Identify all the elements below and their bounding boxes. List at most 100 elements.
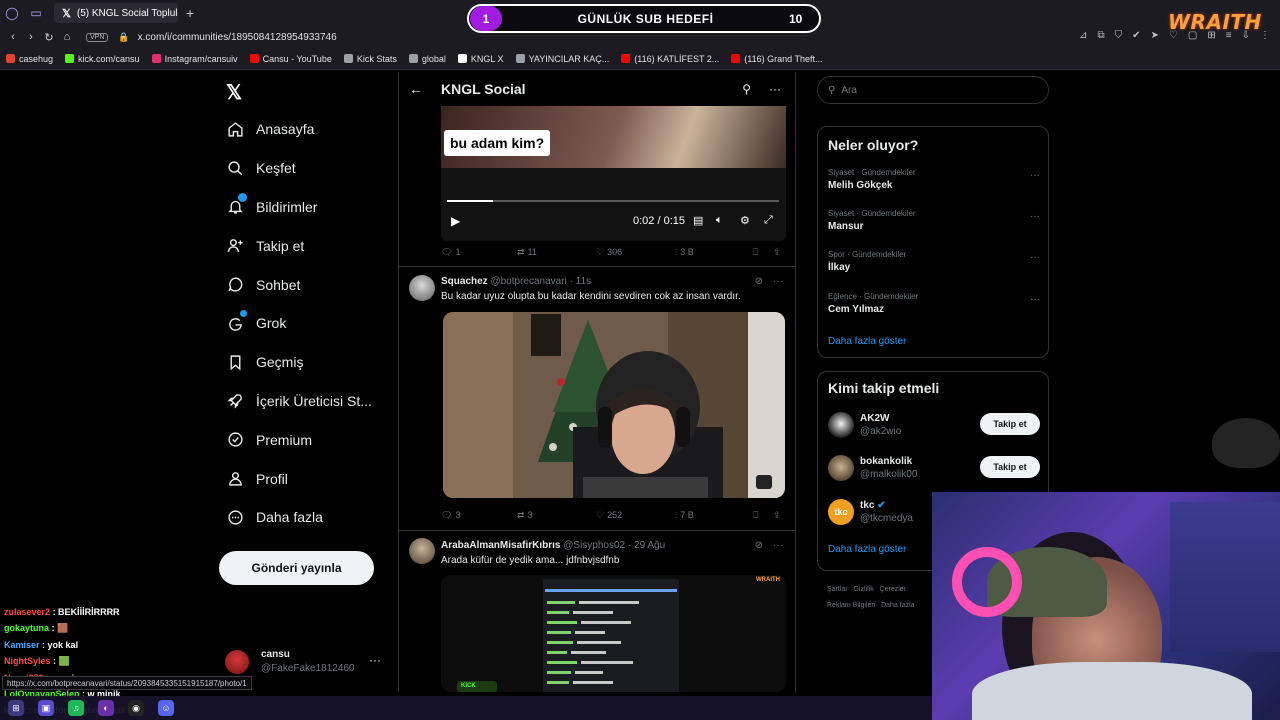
footer-link[interactable]: Çerezler	[880, 586, 906, 593]
account-switcher[interactable]: cansu @FakeFake1812460 ···	[225, 648, 385, 678]
repost-button[interactable]: ⇄ 3	[517, 510, 596, 521]
spotify-icon[interactable]: ♫	[68, 700, 84, 716]
nav-item-profile[interactable]: Profil	[220, 459, 395, 498]
nav-item-grok[interactable]: Grok	[220, 304, 395, 343]
follow-button[interactable]: Takip et	[980, 413, 1040, 435]
app-icon[interactable]: ◐	[98, 700, 114, 716]
trends-show-more[interactable]: Daha fazla göster	[828, 336, 906, 347]
nav-item-creator-studio[interactable]: İçerik Üreticisi St...	[220, 382, 395, 421]
views-button[interactable]: ⫶ 3 B	[675, 247, 753, 258]
share-icon[interactable]: ⇪	[773, 247, 781, 258]
repost-button[interactable]: ⇄ 11	[517, 247, 596, 258]
nav-item-explore[interactable]: Keşfet	[220, 149, 395, 188]
trend-item[interactable]: Siyaset · Gündemdekiler Melih Gökçek ···	[828, 168, 1040, 191]
more-dots-icon[interactable]: ···	[369, 653, 381, 667]
pin-icon[interactable]: ⊿	[1079, 30, 1087, 41]
bookmark-item[interactable]: (116) KATLİFEST 2...	[621, 54, 719, 64]
more-dots-icon[interactable]: ···	[1030, 170, 1040, 181]
captions-icon[interactable]: ▤	[693, 214, 703, 227]
trend-item[interactable]: Siyaset · Gündemdekiler Mansur ···	[828, 209, 1040, 232]
twitch-icon[interactable]: ▣	[38, 700, 54, 716]
forward-arrow-icon[interactable]: ›	[22, 31, 40, 43]
check-icon[interactable]: ✔	[1132, 30, 1140, 41]
share-icon[interactable]: ⇪	[773, 510, 781, 521]
shield-icon[interactable]: ⛉	[1115, 30, 1123, 41]
volume-icon[interactable]: 🔈︎	[716, 214, 723, 227]
avatar[interactable]	[409, 538, 435, 564]
bookmark-item[interactable]: global	[408, 54, 446, 64]
footer-link[interactable]: Gizlilik	[853, 586, 873, 593]
reply-button[interactable]: 🗨︎ 1	[441, 247, 517, 258]
bookmark-item[interactable]: casehug	[6, 54, 53, 64]
trend-item[interactable]: Eğlence · Gündemdekiler Cem Yılmaz ···	[828, 292, 1040, 315]
play-icon[interactable]: ▶	[451, 214, 460, 228]
footer-link[interactable]: Daha fazla	[881, 602, 914, 609]
bookmark-icon[interactable]: ⎕	[753, 247, 773, 258]
author-name[interactable]: ArabaAlmanMisafirKıbrıs	[441, 540, 560, 551]
tweet-image[interactable]: WRAITH KICK	[441, 575, 786, 692]
footer-link[interactable]: Şartlar	[827, 586, 848, 593]
bookmark-item[interactable]: Kick Stats	[343, 54, 397, 64]
nav-item-home[interactable]: Anasayfa	[220, 110, 395, 149]
post-button[interactable]: Gönderi yayınla	[219, 551, 374, 585]
reload-icon[interactable]: ↻	[40, 31, 58, 44]
avatar[interactable]	[409, 275, 435, 301]
grok-icon[interactable]: ⊘	[755, 540, 763, 551]
nav-item-premium[interactable]: Premium	[220, 420, 395, 459]
send-icon[interactable]: ➤	[1151, 30, 1159, 41]
author-handle[interactable]: @botprecanavari	[490, 276, 566, 287]
search-icon[interactable]: ⚲	[742, 82, 751, 96]
tweet-time[interactable]: 29 Ağu	[634, 540, 665, 551]
more-dots-icon[interactable]: ···	[769, 82, 781, 96]
search-input[interactable]: ⚲ Ara	[817, 76, 1049, 104]
more-dots-icon[interactable]: ···	[1030, 211, 1040, 222]
nav-item-more[interactable]: Daha fazla	[220, 498, 395, 537]
x-logo-icon[interactable]: 𝕏	[226, 80, 242, 105]
tweet-image[interactable]	[443, 312, 785, 498]
obs-icon[interactable]: ◉	[128, 700, 144, 716]
back-arrow-icon[interactable]: ←	[409, 81, 423, 97]
follow-button[interactable]: Takip et	[980, 456, 1040, 478]
nav-item-chat[interactable]: Sohbet	[220, 265, 395, 304]
views-button[interactable]: ⫶ 7 B	[675, 510, 753, 521]
grok-icon[interactable]: ⊘	[755, 276, 763, 287]
footer-link[interactable]: Reklam Bilgileri	[827, 602, 875, 609]
fullscreen-icon[interactable]: ⤢	[764, 214, 773, 227]
bookmark-item[interactable]: KNGL X	[457, 54, 504, 64]
url-field[interactable]: x.com/i/communities/1895084128954933746	[138, 32, 337, 43]
sidebar-toggle-icon[interactable]: ▭	[24, 0, 48, 26]
nav-item-notifications[interactable]: Bildirimler	[220, 188, 395, 227]
screenshot-icon[interactable]: ⧉	[1098, 30, 1105, 41]
lock-icon[interactable]: 🔒	[118, 32, 129, 43]
browser-tab-active[interactable]: 𝕏 (5) KNGL Social Topluluk /	[54, 3, 178, 23]
tweet-time[interactable]: 11s	[576, 276, 591, 287]
nav-item-follow[interactable]: Takip et	[220, 226, 395, 265]
who-to-follow-show-more[interactable]: Daha fazla göster	[828, 544, 906, 555]
follow-suggestion[interactable]: AK2W @ak2wio Takip et	[828, 410, 1040, 440]
nav-item-bookmarks[interactable]: Geçmiş	[220, 343, 395, 382]
trend-item[interactable]: Spor · Gündemdekiler İlkay ···	[828, 250, 1040, 273]
bookmark-item[interactable]: Instagram/cansuiv	[151, 54, 238, 64]
bookmark-icon[interactable]: ⎕	[753, 510, 773, 521]
video-player[interactable]: bu adam kim? ▶ 0:02 / 0:15 ▤ 🔈︎ ⚙ ⤢	[441, 106, 786, 241]
back-arrow-icon[interactable]: ‹	[4, 31, 22, 43]
follow-suggestion[interactable]: bokankolik @malkolik00 Takip et	[828, 453, 1040, 483]
like-button[interactable]: ♡ 306	[596, 247, 675, 258]
more-dots-icon[interactable]: ···	[1030, 252, 1040, 263]
vpn-badge[interactable]: VPN	[86, 32, 109, 42]
discord-icon[interactable]: ☺	[158, 700, 174, 716]
more-dots-icon[interactable]: ···	[773, 276, 783, 287]
home-browser-icon[interactable]: ⌂	[58, 31, 76, 43]
reply-button[interactable]: 🗨︎ 3	[441, 510, 517, 521]
bookmark-item[interactable]: YAYINCILAR KAÇ...	[515, 54, 609, 64]
bookmark-item[interactable]: Cansu - YouTube	[249, 54, 332, 64]
new-tab-button[interactable]: +	[186, 5, 194, 21]
bookmark-item[interactable]: (116) Grand Theft...	[731, 54, 823, 64]
browser-menu-icon[interactable]: ◯	[0, 0, 24, 26]
author-handle[interactable]: @Sisyphos02	[563, 540, 625, 551]
bookmark-item[interactable]: kick.com/cansu	[65, 54, 140, 64]
video-progress-bar[interactable]	[447, 200, 779, 202]
like-button[interactable]: ♡ 252	[596, 510, 675, 521]
gear-icon[interactable]: ⚙	[740, 214, 750, 227]
more-dots-icon[interactable]: ···	[1030, 294, 1040, 305]
